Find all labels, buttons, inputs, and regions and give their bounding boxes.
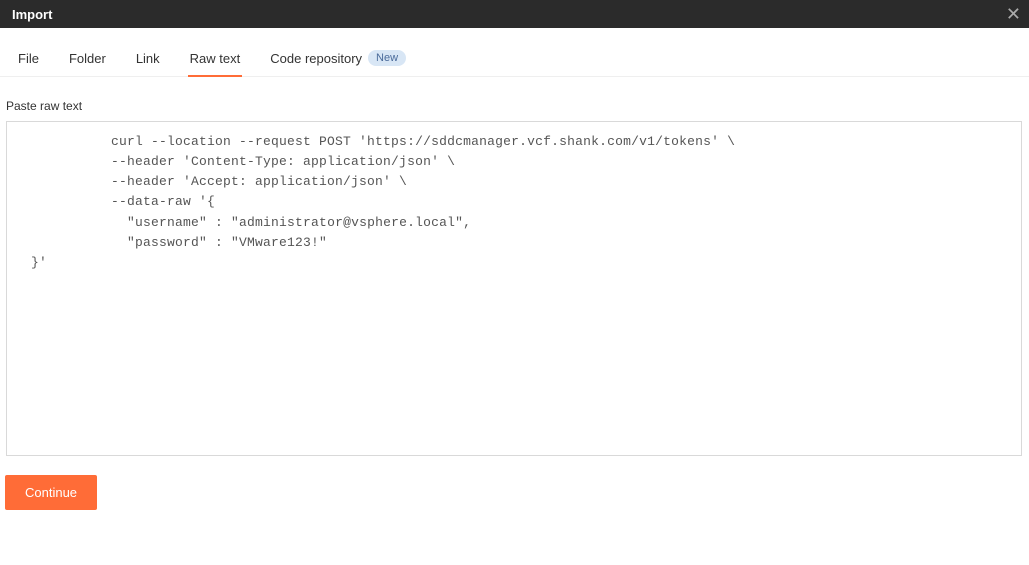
tab-label: File [18, 51, 39, 66]
tabs: File Folder Link Raw text Code repositor… [0, 42, 1029, 77]
tab-label: Code repository [270, 51, 362, 66]
raw-text-input[interactable] [6, 121, 1022, 456]
window-title: Import [12, 7, 52, 22]
section-label: Paste raw text [6, 99, 1023, 113]
button-label: Continue [25, 485, 77, 500]
new-badge: New [368, 50, 406, 66]
titlebar: Import ✕ [0, 0, 1029, 28]
tab-label: Folder [69, 51, 106, 66]
tab-raw-text[interactable]: Raw text [188, 42, 243, 76]
close-icon[interactable]: ✕ [1006, 5, 1021, 23]
tab-label: Raw text [190, 51, 241, 66]
content: Paste raw text Continue [0, 77, 1029, 520]
tab-code-repository[interactable]: Code repository New [268, 42, 408, 76]
tab-link[interactable]: Link [134, 42, 162, 76]
tab-folder[interactable]: Folder [67, 42, 108, 76]
tab-file[interactable]: File [16, 42, 41, 76]
continue-button[interactable]: Continue [5, 475, 97, 510]
tab-label: Link [136, 51, 160, 66]
